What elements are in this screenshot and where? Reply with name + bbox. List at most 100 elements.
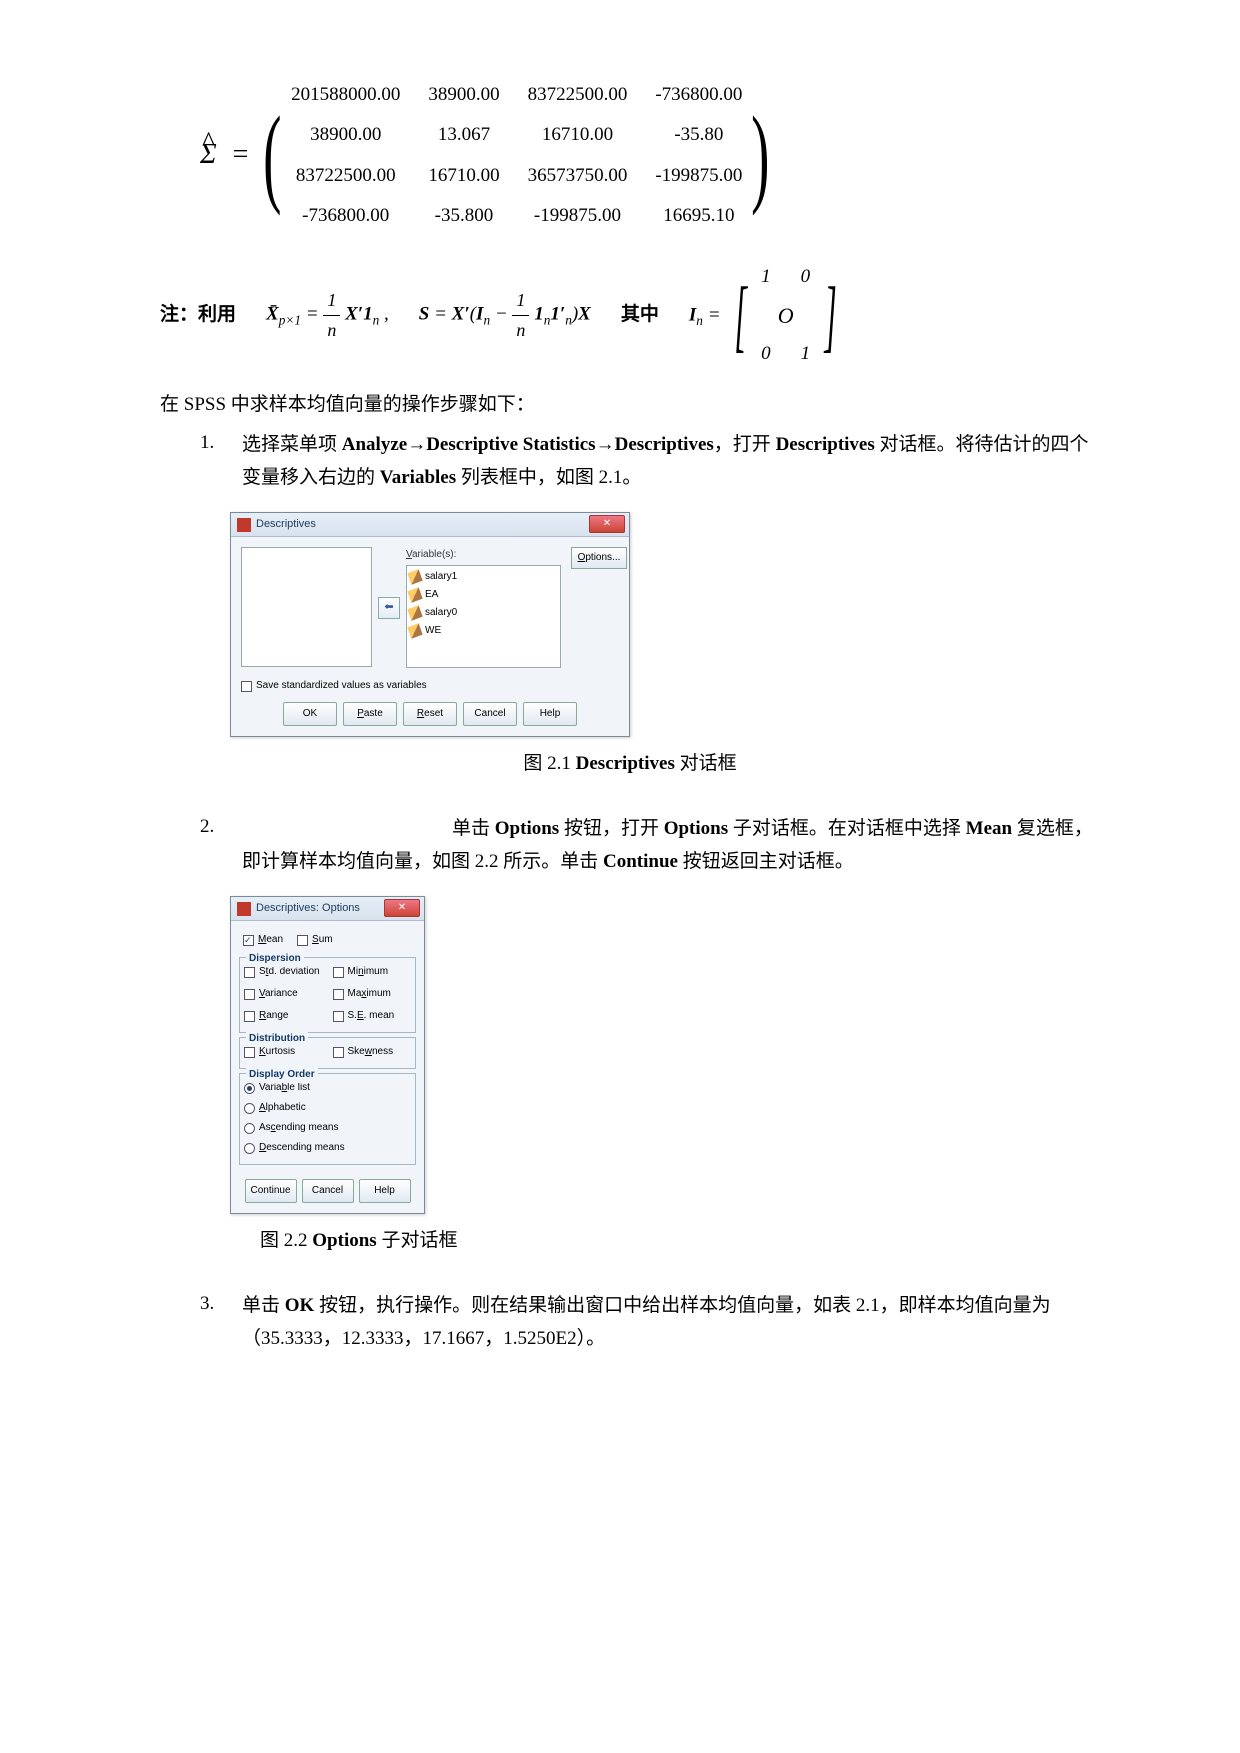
cell: 16710.00 [428, 161, 499, 191]
dialog-titlebar: Descriptives ✕ [231, 513, 629, 537]
help-button[interactable]: Help [359, 1179, 411, 1203]
cell: -199875.00 [528, 201, 628, 231]
list-item[interactable]: EA [409, 586, 558, 604]
dispersion-group: Dispersion Std. deviation Minimum Varian… [239, 957, 416, 1033]
cancel-button[interactable]: Cancel [302, 1179, 354, 1203]
steps-list-3: 3. 单击 OK 按钮，执行操作。则在结果输出窗口中给出样本均值向量，如表 2.… [200, 1289, 1100, 1356]
dialog-title: Descriptives [256, 516, 316, 534]
matrix-left-paren: ( [264, 106, 282, 205]
checkbox-icon[interactable] [333, 1047, 344, 1058]
reset-button[interactable]: Reset [403, 702, 457, 726]
figure-2-2: Descriptives: Options ✕ Mean Sum Dispers… [230, 896, 1100, 1214]
pencil-icon [407, 606, 422, 621]
display-order-group: Display Order Variable list Alphabetic A… [239, 1073, 416, 1165]
descriptives-dialog: Descriptives ✕ ⬅ Variable(s): salary1 EA… [230, 512, 630, 737]
radio-icon[interactable] [244, 1143, 255, 1154]
cell: -736800.00 [655, 80, 742, 110]
skewness-checkbox[interactable]: Skewness [333, 1042, 412, 1062]
step-number: 2. [200, 812, 242, 879]
step-2: 2. 单击 Options 按钮，打开 Options 子对话框。在对话框中选择… [200, 812, 1100, 879]
step-number: 3. [200, 1289, 242, 1356]
caption-2-1: 图 2.1 Descriptives 对话框 [160, 749, 1100, 779]
cell: -35.80 [655, 120, 742, 150]
dialog-button-row: Continue Cancel Help [231, 1171, 424, 1213]
step-body: 单击 Options 按钮，打开 Options 子对话框。在对话框中选择 Me… [242, 812, 1100, 879]
checkbox-icon[interactable] [244, 967, 255, 978]
max-checkbox[interactable]: Maximum [333, 984, 412, 1004]
matrix-right-paren: ) [752, 106, 770, 205]
source-listbox[interactable] [241, 547, 372, 667]
caption-2-2: 图 2.2 Options 子对话框 [260, 1226, 1100, 1256]
ok-button[interactable]: OK [283, 702, 337, 726]
step-number: 1. [200, 428, 242, 495]
list-item[interactable]: salary0 [409, 604, 558, 622]
close-icon[interactable]: ✕ [589, 515, 625, 533]
s-formula: S = X′(In − 1n 1n1′n)X [419, 286, 591, 345]
dialog-titlebar: Descriptives: Options ✕ [231, 897, 424, 921]
range-checkbox[interactable]: Range [244, 1006, 323, 1026]
alphabetic-radio[interactable]: Alphabetic [244, 1098, 411, 1118]
checkbox-icon[interactable] [244, 989, 255, 1000]
cell: 36573750.00 [528, 161, 628, 191]
cell: -35.800 [428, 201, 499, 231]
list-item[interactable]: salary1 [409, 568, 558, 586]
move-arrow-button[interactable]: ⬅ [378, 597, 400, 619]
intro-text: 在 SPSS 中求样本均值向量的操作步骤如下： [160, 390, 1100, 420]
figure-2-1: Descriptives ✕ ⬅ Variable(s): salary1 EA… [230, 512, 1100, 737]
cell: 16710.00 [528, 120, 628, 150]
sigma-hat-symbol: ^Σ [200, 133, 217, 178]
cell: 16695.10 [655, 201, 742, 231]
checkbox-icon[interactable] [243, 935, 254, 946]
step-body: 选择菜单项 Analyze→Descriptive Statistics→Des… [242, 428, 1100, 495]
checkbox-icon[interactable] [333, 1011, 344, 1022]
mean-checkbox[interactable]: Mean [243, 930, 283, 950]
step-1: 1. 选择菜单项 Analyze→Descriptive Statistics→… [200, 428, 1100, 495]
sum-checkbox[interactable]: Sum [297, 930, 333, 950]
list-item[interactable]: WE [409, 622, 558, 640]
cell: 38900.00 [428, 80, 499, 110]
cell: 38900.00 [291, 120, 400, 150]
steps-list-2: 2. 单击 Options 按钮，打开 Options 子对话框。在对话框中选择… [200, 812, 1100, 879]
checkbox-icon[interactable] [297, 935, 308, 946]
app-icon [237, 902, 251, 916]
matrix-values: 201588000.00 38900.00 83722500.00 -73680… [291, 80, 742, 232]
help-button[interactable]: Help [523, 702, 577, 726]
cell: 13.067 [428, 120, 499, 150]
steps-list: 1. 选择菜单项 Analyze→Descriptive Statistics→… [200, 428, 1100, 495]
dialog-title: Descriptives: Options [256, 900, 360, 918]
continue-button[interactable]: Continue [245, 1179, 297, 1203]
close-icon[interactable]: ✕ [384, 899, 420, 917]
variables-label: Variable(s): [406, 547, 561, 563]
step-3: 3. 单击 OK 按钮，执行操作。则在结果输出窗口中给出样本均值向量，如表 2.… [200, 1289, 1100, 1356]
cell: -736800.00 [291, 201, 400, 231]
cell: 83722500.00 [291, 161, 400, 191]
cancel-button[interactable]: Cancel [463, 702, 517, 726]
checkbox-icon[interactable] [333, 967, 344, 978]
distribution-group: Distribution Kurtosis Skewness [239, 1037, 416, 1069]
descending-radio[interactable]: Descending means [244, 1138, 411, 1158]
app-icon [237, 518, 251, 532]
checkbox-icon[interactable] [244, 1047, 255, 1058]
radio-icon[interactable] [244, 1103, 255, 1114]
save-standardized-row[interactable]: Save standardized values as variables [231, 678, 629, 702]
options-dialog: Descriptives: Options ✕ Mean Sum Dispers… [230, 896, 425, 1214]
se-checkbox[interactable]: S.E. mean [333, 1006, 412, 1026]
min-checkbox[interactable]: Minimum [333, 962, 412, 982]
variables-listbox[interactable]: salary1 EA salary0 WE [406, 565, 561, 668]
radio-icon[interactable] [244, 1123, 255, 1134]
variance-checkbox[interactable]: Variance [244, 984, 323, 1004]
cell: -199875.00 [655, 161, 742, 191]
paste-button[interactable]: Paste [343, 702, 397, 726]
checkbox-icon[interactable] [333, 989, 344, 1000]
group-legend: Distribution [246, 1031, 308, 1047]
checkbox-icon[interactable] [244, 1011, 255, 1022]
ascending-radio[interactable]: Ascending means [244, 1118, 411, 1138]
covariance-matrix: ^Σ = ( 201588000.00 38900.00 83722500.00… [200, 80, 1100, 232]
pencil-icon [407, 624, 422, 639]
checkbox-icon[interactable] [241, 681, 252, 692]
step-body: 单击 OK 按钮，执行操作。则在结果输出窗口中给出样本均值向量，如表 2.1，即… [242, 1289, 1100, 1356]
options-button[interactable]: Options... [571, 547, 627, 569]
save-checkbox-label: Save standardized values as variables [256, 678, 427, 694]
radio-icon[interactable] [244, 1083, 255, 1094]
equals-sign: = [233, 133, 249, 178]
